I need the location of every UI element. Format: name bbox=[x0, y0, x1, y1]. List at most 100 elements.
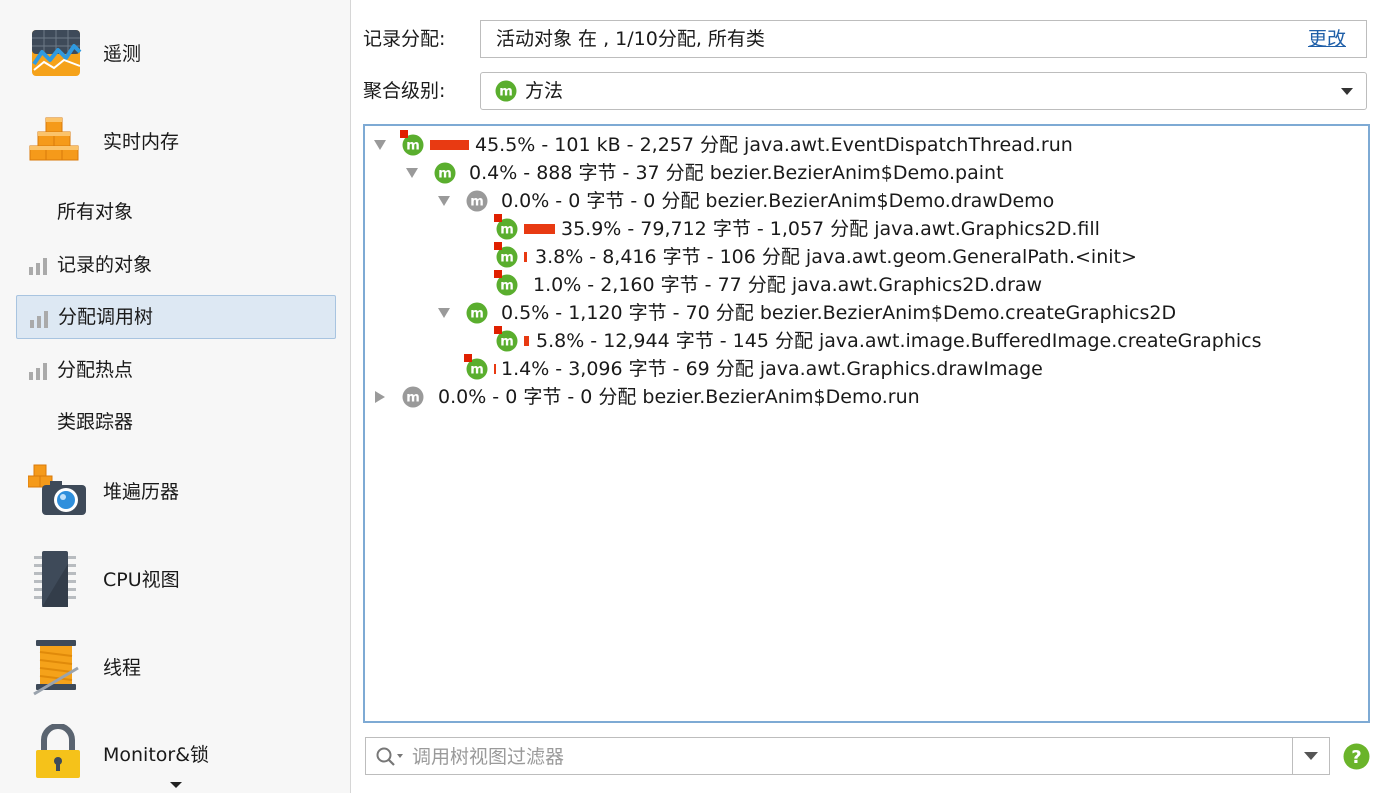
bar-chart-icon bbox=[30, 311, 48, 328]
nav-allocation-hot-spots-label: 分配热点 bbox=[57, 359, 134, 381]
nav-recorded-objects[interactable]: 记录的对象 bbox=[16, 243, 336, 287]
tree-node[interactable]: m 0.5% - 1,120 字节 - 70 分配 bezier.BezierAn… bbox=[365, 299, 1325, 327]
nav-cpu-views[interactable]: CPU视图 bbox=[0, 550, 351, 630]
nav-all-objects[interactable]: 所有对象 bbox=[16, 190, 336, 234]
filter-history-dropdown[interactable] bbox=[1292, 738, 1329, 774]
method-m-icon: m bbox=[495, 80, 517, 102]
tree-node-label: 0.4% - 888 字节 - 37 分配 bezier.BezierAnim$… bbox=[469, 162, 1004, 184]
record-allocations-field: 活动对象 在 , 1/10分配, 所有类 更改 bbox=[480, 20, 1367, 58]
nav-allocation-call-tree[interactable]: 分配调用树 bbox=[16, 295, 336, 339]
tree-node-label: 5.8% - 12,944 字节 - 145 分配 java.awt.image… bbox=[536, 330, 1262, 352]
expand-triangle-icon[interactable] bbox=[373, 391, 387, 403]
nav-class-tracker[interactable]: 类跟踪器 bbox=[16, 400, 336, 444]
svg-text:?: ? bbox=[1351, 747, 1361, 768]
nav-telemetry-label: 遥测 bbox=[103, 43, 142, 65]
allocation-call-tree[interactable]: m 45.5% - 101 kB - 2,257 分配 java.awt.Even… bbox=[363, 124, 1370, 723]
nav-recorded-objects-label: 记录的对象 bbox=[57, 254, 153, 276]
lock-icon bbox=[36, 724, 80, 778]
method-m-icon: m bbox=[434, 162, 456, 184]
nav-allocation-call-tree-label: 分配调用树 bbox=[58, 306, 154, 328]
nav-cpu-views-label: CPU视图 bbox=[103, 569, 180, 591]
bar-chart-icon bbox=[29, 363, 47, 380]
svg-text:m: m bbox=[500, 279, 514, 294]
allocation-percent-bar bbox=[494, 364, 496, 374]
allocation-percent-bar bbox=[430, 140, 469, 150]
method-m-icon: m bbox=[402, 386, 424, 408]
allocation-percent-bar bbox=[524, 252, 527, 262]
allocation-marker-icon bbox=[494, 214, 502, 222]
collapse-triangle-icon[interactable] bbox=[373, 139, 387, 151]
svg-text:m: m bbox=[470, 307, 484, 322]
help-icon[interactable]: ? bbox=[1343, 743, 1370, 770]
tree-node[interactable]: m 1.4% - 3,096 字节 - 69 分配 java.awt.Graphi… bbox=[365, 354, 1325, 383]
svg-text:m: m bbox=[470, 195, 484, 210]
nav-class-tracker-label: 类跟踪器 bbox=[57, 411, 134, 433]
svg-text:m: m bbox=[500, 335, 514, 350]
svg-text:m: m bbox=[500, 251, 514, 266]
tree-node[interactable]: m 0.0% - 0 字节 - 0 分配 bezier.BezierAnim$De… bbox=[365, 187, 1325, 215]
call-tree-filter-input[interactable] bbox=[410, 740, 1294, 774]
allocation-marker-icon bbox=[464, 354, 472, 362]
nav-all-objects-label: 所有对象 bbox=[57, 201, 134, 223]
memory-blocks-icon bbox=[29, 117, 79, 161]
sidebar: 遥测 实时内存 所有对象 记录的对象 分配调用树 分配热点 类跟踪器 堆遍历器 … bbox=[0, 0, 351, 793]
allocation-percent-bar bbox=[524, 224, 555, 234]
tree-node[interactable]: m 0.0% - 0 字节 - 0 分配 bezier.BezierAnim$De… bbox=[365, 383, 1325, 411]
thread-spool-icon bbox=[33, 640, 79, 696]
search-icon[interactable] bbox=[375, 746, 407, 768]
nav-live-memory-label: 实时内存 bbox=[103, 131, 180, 153]
tree-node[interactable]: m 5.8% - 12,944 字节 - 145 分配 java.awt.imag… bbox=[365, 326, 1325, 355]
tree-node[interactable]: m 45.5% - 101 kB - 2,257 分配 java.awt.Even… bbox=[365, 130, 1325, 159]
svg-text:m: m bbox=[406, 139, 420, 154]
aggregation-level-label: 聚合级别: bbox=[363, 80, 446, 102]
record-allocations-label: 记录分配: bbox=[363, 28, 446, 50]
tree-node[interactable]: m 3.8% - 8,416 字节 - 106 分配 java.awt.geom.… bbox=[365, 242, 1325, 271]
method-m-icon: m bbox=[466, 302, 488, 324]
nav-telemetry[interactable]: 遥测 bbox=[0, 26, 351, 106]
heap-camera-icon bbox=[28, 464, 86, 515]
nav-live-memory[interactable]: 实时内存 bbox=[0, 114, 351, 194]
allocation-marker-icon bbox=[400, 130, 408, 138]
tree-node-label: 0.0% - 0 字节 - 0 分配 bezier.BezierAnim$Dem… bbox=[501, 190, 1055, 212]
aggregation-level-value: 方法 bbox=[525, 80, 564, 102]
svg-text:m: m bbox=[406, 391, 420, 406]
cpu-chip-icon bbox=[34, 551, 76, 607]
svg-text:m: m bbox=[499, 85, 513, 100]
tree-node[interactable]: m 0.4% - 888 字节 - 37 分配 bezier.BezierAnim… bbox=[365, 159, 1325, 187]
scroll-down-arrow-icon[interactable] bbox=[169, 781, 183, 789]
tree-node-label: 35.9% - 79,712 字节 - 1,057 分配 java.awt.Gr… bbox=[561, 218, 1100, 240]
svg-text:m: m bbox=[438, 167, 452, 182]
chevron-down-icon bbox=[1341, 88, 1353, 95]
nav-allocation-hot-spots[interactable]: 分配热点 bbox=[16, 348, 336, 392]
allocation-marker-icon bbox=[494, 270, 502, 278]
method-m-icon: m bbox=[466, 190, 488, 212]
tree-node-label: 0.0% - 0 字节 - 0 分配 bezier.BezierAnim$Dem… bbox=[438, 386, 920, 408]
collapse-triangle-icon[interactable] bbox=[437, 195, 451, 207]
svg-text:m: m bbox=[470, 363, 484, 378]
tree-node-label: 1.0% - 2,160 字节 - 77 分配 java.awt.Graphic… bbox=[533, 274, 1043, 296]
nav-monitors-locks[interactable]: Monitor&锁 bbox=[0, 724, 351, 804]
allocation-marker-icon bbox=[494, 242, 502, 250]
collapse-triangle-icon[interactable] bbox=[405, 167, 419, 179]
aggregation-level-select[interactable]: m 方法 bbox=[480, 72, 1367, 110]
nav-monitors-locks-label: Monitor&锁 bbox=[103, 744, 210, 766]
change-link[interactable]: 更改 bbox=[1308, 21, 1346, 57]
tree-node-label: 3.8% - 8,416 字节 - 106 分配 java.awt.geom.G… bbox=[535, 246, 1137, 268]
nav-heap-walker[interactable]: 堆遍历器 bbox=[0, 463, 351, 543]
telemetry-icon bbox=[32, 30, 82, 76]
allocation-percent-bar bbox=[524, 336, 529, 346]
bar-chart-icon bbox=[29, 258, 47, 275]
tree-node-label: 0.5% - 1,120 字节 - 70 分配 bezier.BezierAni… bbox=[501, 302, 1177, 324]
nav-threads-label: 线程 bbox=[103, 657, 142, 679]
tree-node[interactable]: m 35.9% - 79,712 字节 - 1,057 分配 java.awt.G… bbox=[365, 214, 1325, 243]
collapse-triangle-icon[interactable] bbox=[437, 307, 451, 319]
tree-node-label: 1.4% - 3,096 字节 - 69 分配 java.awt.Graphic… bbox=[501, 358, 1043, 380]
nav-threads[interactable]: 线程 bbox=[0, 638, 351, 718]
call-tree-filter bbox=[365, 737, 1330, 775]
tree-node-label: 45.5% - 101 kB - 2,257 分配 java.awt.Event… bbox=[475, 134, 1073, 156]
tree-node[interactable]: m 1.0% - 2,160 字节 - 77 分配 java.awt.Graphi… bbox=[365, 270, 1325, 299]
record-allocations-value: 活动对象 在 , 1/10分配, 所有类 bbox=[496, 28, 765, 50]
chevron-down-icon bbox=[1304, 752, 1318, 760]
nav-heap-walker-label: 堆遍历器 bbox=[103, 481, 180, 503]
allocation-marker-icon bbox=[494, 326, 502, 334]
